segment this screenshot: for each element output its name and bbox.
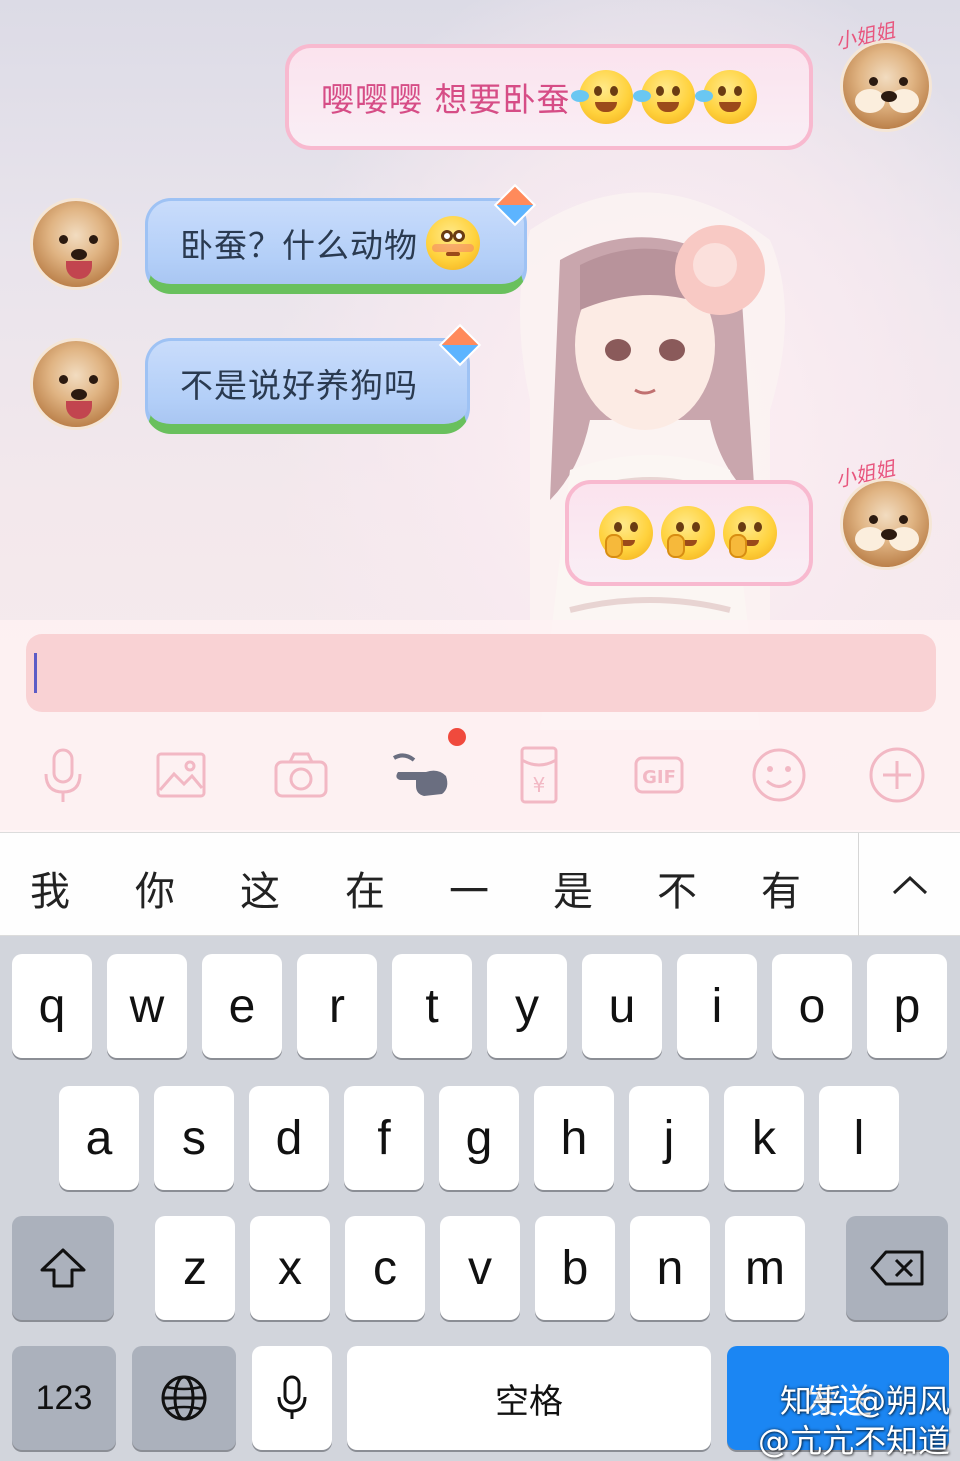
contact-avatar[interactable] bbox=[30, 338, 122, 430]
key-a[interactable]: a bbox=[59, 1086, 139, 1190]
key-b[interactable]: b bbox=[535, 1216, 615, 1320]
key-y[interactable]: y bbox=[487, 954, 567, 1058]
shy-emoji-icon bbox=[599, 506, 653, 560]
flushed-emoji-icon bbox=[426, 215, 480, 270]
key-q[interactable]: q bbox=[12, 954, 92, 1058]
globe-icon bbox=[161, 1375, 207, 1421]
dictation-key[interactable] bbox=[252, 1346, 332, 1450]
shy-emoji-icon bbox=[661, 506, 715, 560]
key-p[interactable]: p bbox=[867, 954, 947, 1058]
cry-laugh-emoji-icon bbox=[632, 70, 695, 124]
message-bubble-sent[interactable] bbox=[565, 480, 813, 586]
camera-icon[interactable] bbox=[266, 740, 336, 810]
key-u[interactable]: u bbox=[582, 954, 662, 1058]
watermark-line2: @亢亢不知道 bbox=[757, 1422, 950, 1460]
candidate-word[interactable]: 你 bbox=[127, 859, 183, 917]
key-j[interactable]: j bbox=[629, 1086, 709, 1190]
key-d[interactable]: d bbox=[249, 1086, 329, 1190]
backspace-key[interactable] bbox=[846, 1216, 948, 1320]
candidate-word[interactable]: 这 bbox=[232, 859, 288, 917]
message-bubble-received[interactable]: 不是说好养狗吗 bbox=[145, 338, 470, 434]
shift-key[interactable] bbox=[12, 1216, 114, 1320]
image-icon[interactable] bbox=[146, 740, 216, 810]
key-h[interactable]: h bbox=[534, 1086, 614, 1190]
key-e[interactable]: e bbox=[202, 954, 282, 1058]
key-x[interactable]: x bbox=[250, 1216, 330, 1320]
poke-icon[interactable] bbox=[386, 740, 456, 810]
language-key[interactable] bbox=[132, 1346, 236, 1450]
my-avatar[interactable] bbox=[840, 40, 932, 132]
key-f[interactable]: f bbox=[344, 1086, 424, 1190]
message-text: 卧蚕？什么动物 bbox=[180, 225, 418, 265]
message-input[interactable] bbox=[26, 634, 936, 712]
microphone-icon[interactable] bbox=[28, 740, 98, 810]
red-packet-symbol: ¥ bbox=[533, 773, 546, 797]
key-g[interactable]: g bbox=[439, 1086, 519, 1190]
numbers-key[interactable]: 123 bbox=[12, 1346, 116, 1450]
text-caret bbox=[34, 653, 37, 693]
gif-icon[interactable]: GIF bbox=[624, 740, 694, 810]
emoji-icon[interactable] bbox=[744, 740, 814, 810]
candidate-word[interactable]: 我 bbox=[22, 859, 78, 917]
cry-laugh-emoji-icon bbox=[570, 70, 633, 124]
shift-icon bbox=[40, 1248, 86, 1288]
gif-label: GIF bbox=[642, 767, 676, 788]
space-key[interactable]: 空格 bbox=[347, 1346, 711, 1450]
contact-avatar[interactable] bbox=[30, 198, 122, 290]
key-m[interactable]: m bbox=[725, 1216, 805, 1320]
notification-badge bbox=[448, 728, 466, 746]
key-c[interactable]: c bbox=[345, 1216, 425, 1320]
key-o[interactable]: o bbox=[772, 954, 852, 1058]
candidate-word[interactable]: 有 bbox=[753, 859, 809, 917]
keyboard: q w e r t y u i o p a s d f g h j k l z … bbox=[0, 936, 960, 1461]
message-bubble-sent[interactable]: 嘤嘤嘤 想要卧蚕 bbox=[285, 44, 813, 150]
candidate-word[interactable]: 在 bbox=[337, 859, 393, 917]
cry-laugh-emoji-icon bbox=[694, 70, 757, 124]
key-s[interactable]: s bbox=[154, 1086, 234, 1190]
key-n[interactable]: n bbox=[630, 1216, 710, 1320]
input-area: ¥ GIF bbox=[0, 620, 960, 832]
message-text: 不是说好养狗吗 bbox=[180, 365, 418, 405]
key-v[interactable]: v bbox=[440, 1216, 520, 1320]
key-w[interactable]: w bbox=[107, 954, 187, 1058]
message-text: 嘤嘤嘤 想要卧蚕 bbox=[321, 80, 571, 119]
candidate-bar: 我 你 这 在 一 是 不 有 bbox=[0, 832, 960, 937]
key-i[interactable]: i bbox=[677, 954, 757, 1058]
chevron-up-icon bbox=[892, 875, 927, 895]
message-bubble-received[interactable]: 卧蚕？什么动物 bbox=[145, 198, 527, 294]
key-r[interactable]: r bbox=[297, 954, 377, 1058]
candidate-word[interactable]: 一 bbox=[441, 859, 497, 917]
candidate-word[interactable]: 是 bbox=[545, 859, 601, 917]
my-avatar[interactable] bbox=[840, 478, 932, 570]
key-k[interactable]: k bbox=[724, 1086, 804, 1190]
expand-candidates-button[interactable] bbox=[858, 833, 960, 937]
shy-emoji-icon bbox=[723, 506, 777, 560]
backspace-icon bbox=[870, 1250, 924, 1286]
key-l[interactable]: l bbox=[819, 1086, 899, 1190]
candidate-word[interactable]: 不 bbox=[649, 859, 705, 917]
plus-icon[interactable] bbox=[862, 740, 932, 810]
key-t[interactable]: t bbox=[392, 954, 472, 1058]
key-z[interactable]: z bbox=[155, 1216, 235, 1320]
red-packet-icon[interactable]: ¥ bbox=[504, 740, 574, 810]
microphone-icon bbox=[277, 1375, 307, 1419]
